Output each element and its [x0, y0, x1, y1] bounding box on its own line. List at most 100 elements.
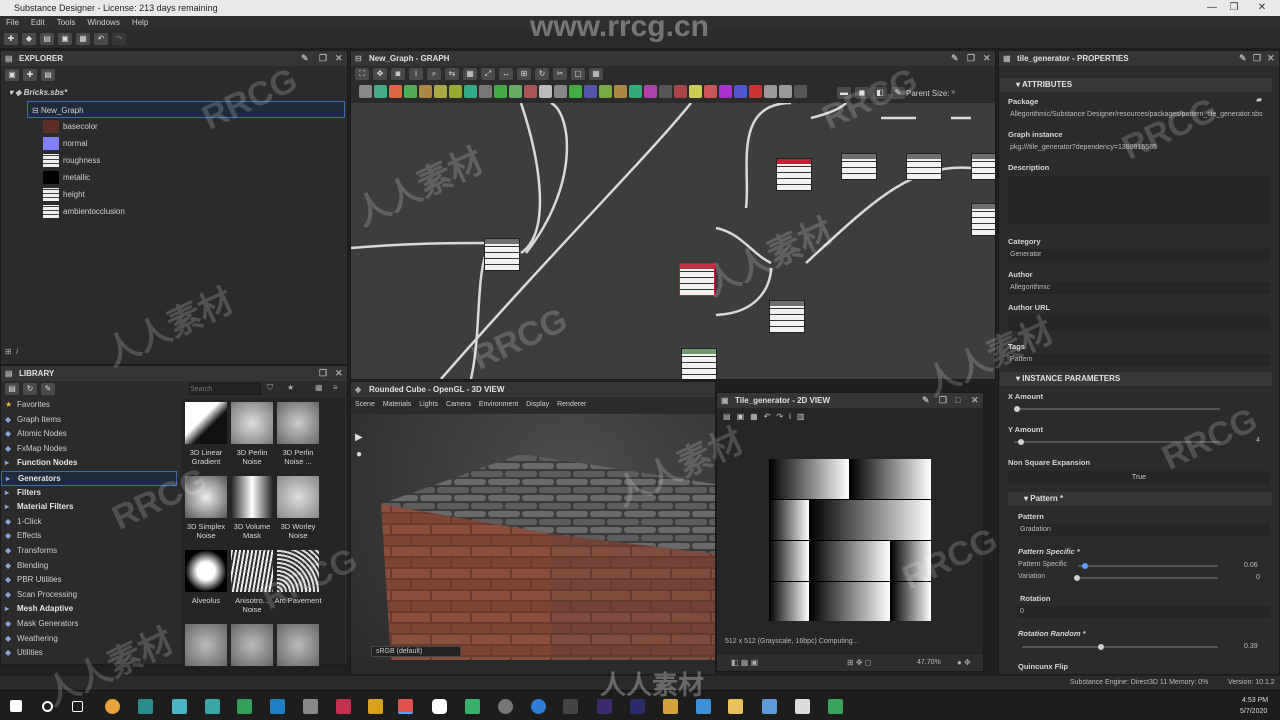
star-icon[interactable]: ★	[287, 383, 294, 392]
info-icon[interactable]: i	[409, 68, 423, 80]
non-square-toggle[interactable]: True	[1008, 471, 1270, 484]
chevron-right-icon[interactable]: »	[951, 87, 955, 96]
save-all-icon[interactable]: ▦	[76, 33, 90, 45]
redo-icon[interactable]: ↷	[776, 412, 783, 421]
x-amount-slider[interactable]	[1014, 406, 1220, 412]
library-category[interactable]: ★ Favorites	[1, 398, 177, 413]
atomic-node-icon[interactable]	[554, 85, 567, 98]
rotation-dropdown[interactable]: 0	[1018, 606, 1270, 618]
graph-node[interactable]	[484, 238, 520, 271]
library-category[interactable]: ◆ FxMap Nodes	[1, 442, 177, 457]
atomic-node-icon[interactable]	[569, 85, 582, 98]
library-category[interactable]: ◆ Blending	[1, 559, 177, 574]
atomic-node-icon[interactable]	[479, 85, 492, 98]
output-item[interactable]: normal	[1, 135, 347, 152]
library-item-thumbnail[interactable]	[185, 402, 227, 444]
3d-menu-item[interactable]: Lights	[419, 401, 438, 408]
new-package-icon[interactable]: ✚	[4, 33, 18, 45]
library-item-thumbnail[interactable]	[231, 624, 273, 666]
app-icon[interactable]	[531, 699, 546, 714]
save-icon[interactable]: ▣	[737, 412, 745, 421]
author-field[interactable]: Allegorithmic	[1008, 282, 1270, 294]
description-field[interactable]	[1008, 176, 1270, 224]
app-icon[interactable]	[828, 699, 843, 714]
graph-node[interactable]	[769, 300, 805, 333]
redo-icon[interactable]: ↷	[112, 33, 126, 45]
link-icon[interactable]: ⇆	[445, 68, 459, 80]
attributes-section[interactable]: ▾ ATTRIBUTES	[1000, 78, 1272, 92]
close-icon[interactable]: ✕	[971, 393, 979, 408]
library-item-thumbnail[interactable]	[277, 476, 319, 518]
windows-start-icon[interactable]	[10, 700, 22, 712]
library-item-thumbnail[interactable]	[277, 624, 319, 666]
align-icon[interactable]: ▦	[463, 68, 477, 80]
filter-icon[interactable]: ⛉	[267, 383, 273, 393]
atomic-node-icon[interactable]	[659, 85, 672, 98]
distribute-icon[interactable]: ↔	[499, 68, 513, 80]
atomic-node-icon[interactable]	[494, 85, 507, 98]
tile-preview-image[interactable]	[769, 459, 931, 621]
close-icon[interactable]: ✕	[1267, 51, 1275, 66]
menu-help[interactable]: Help	[132, 16, 148, 30]
library-category[interactable]: ◆ Effects	[1, 529, 177, 544]
minimize-button[interactable]: —	[1200, 0, 1224, 16]
save-icon[interactable]: ▣	[58, 33, 72, 45]
output-item[interactable]: height	[1, 186, 347, 203]
play-icon[interactable]	[465, 699, 480, 714]
atomic-node-icon[interactable]	[779, 85, 792, 98]
frame-icon[interactable]: ⛶	[355, 68, 369, 80]
pin-icon[interactable]: ✎	[1239, 51, 1247, 66]
app-icon[interactable]	[498, 699, 513, 714]
comment-icon[interactable]: ▢	[571, 68, 585, 80]
maya-icon[interactable]	[172, 699, 187, 714]
tiling-icon[interactable]: ⊞ ✥ ◻	[847, 658, 872, 667]
atomic-node-icon[interactable]	[704, 85, 717, 98]
variation-slider[interactable]	[1074, 575, 1218, 581]
atomic-node-icon[interactable]	[434, 85, 447, 98]
atomic-node-icon[interactable]	[539, 85, 552, 98]
atomic-node-icon[interactable]	[584, 85, 597, 98]
maya-icon[interactable]	[205, 699, 220, 714]
refresh-icon[interactable]: ↻	[535, 68, 549, 80]
app-icon[interactable]	[432, 699, 447, 714]
undo-icon[interactable]: ↶	[764, 412, 771, 421]
float-icon[interactable]: ❐	[319, 51, 327, 66]
library-item-thumbnail[interactable]	[277, 402, 319, 444]
instance-parameters-section[interactable]: ▾ INSTANCE PARAMETERS	[1000, 372, 1272, 386]
3d-menu-item[interactable]: Environment	[479, 401, 518, 408]
app-icon[interactable]	[303, 699, 318, 714]
category-field[interactable]: Generator	[1008, 249, 1270, 261]
save-icon[interactable]: ▣	[5, 69, 19, 81]
atomic-node-icon[interactable]	[629, 85, 642, 98]
atomic-node-icon[interactable]	[389, 85, 402, 98]
new-graph-icon[interactable]: ◆	[22, 33, 36, 45]
atomic-node-icon[interactable]	[644, 85, 657, 98]
3d-menu-item[interactable]: Renderer	[557, 401, 586, 408]
atomic-node-icon[interactable]	[404, 85, 417, 98]
close-button[interactable]: ✕	[1250, 0, 1274, 16]
atomic-node-icon[interactable]	[674, 85, 687, 98]
atomic-node-icon[interactable]	[794, 85, 807, 98]
library-category[interactable]: ◆ Scan Processing	[1, 588, 177, 603]
substance-designer-icon[interactable]	[398, 699, 413, 714]
folder-icon[interactable]: ▤	[41, 69, 55, 81]
menu-file[interactable]: File	[6, 16, 19, 30]
pin-icon[interactable]: ✎	[301, 51, 309, 66]
pin-icon[interactable]: ✎	[951, 51, 959, 66]
library-item-thumbnail[interactable]	[185, 550, 227, 592]
app-icon[interactable]	[270, 699, 285, 714]
output-item[interactable]: roughness	[1, 152, 347, 169]
folder-icon[interactable]	[728, 699, 743, 714]
grid-icon[interactable]: ▦	[589, 68, 603, 80]
refresh-icon[interactable]: ↻	[23, 383, 37, 395]
close-icon[interactable]: ✕	[335, 51, 343, 66]
histogram-icon[interactable]: ▥	[797, 412, 805, 421]
graph-node[interactable]	[841, 153, 877, 180]
library-category[interactable]: ◆ Graph Items	[1, 413, 177, 428]
graph-node[interactable]	[681, 348, 717, 379]
3d-menu-item[interactable]: Materials	[383, 401, 411, 408]
close-icon[interactable]: ✕	[983, 51, 991, 66]
graph-item[interactable]: ⊟ New_Graph	[27, 101, 345, 118]
output-item[interactable]: ambientocclusion	[1, 203, 347, 220]
close-icon[interactable]: ✕	[335, 366, 343, 381]
